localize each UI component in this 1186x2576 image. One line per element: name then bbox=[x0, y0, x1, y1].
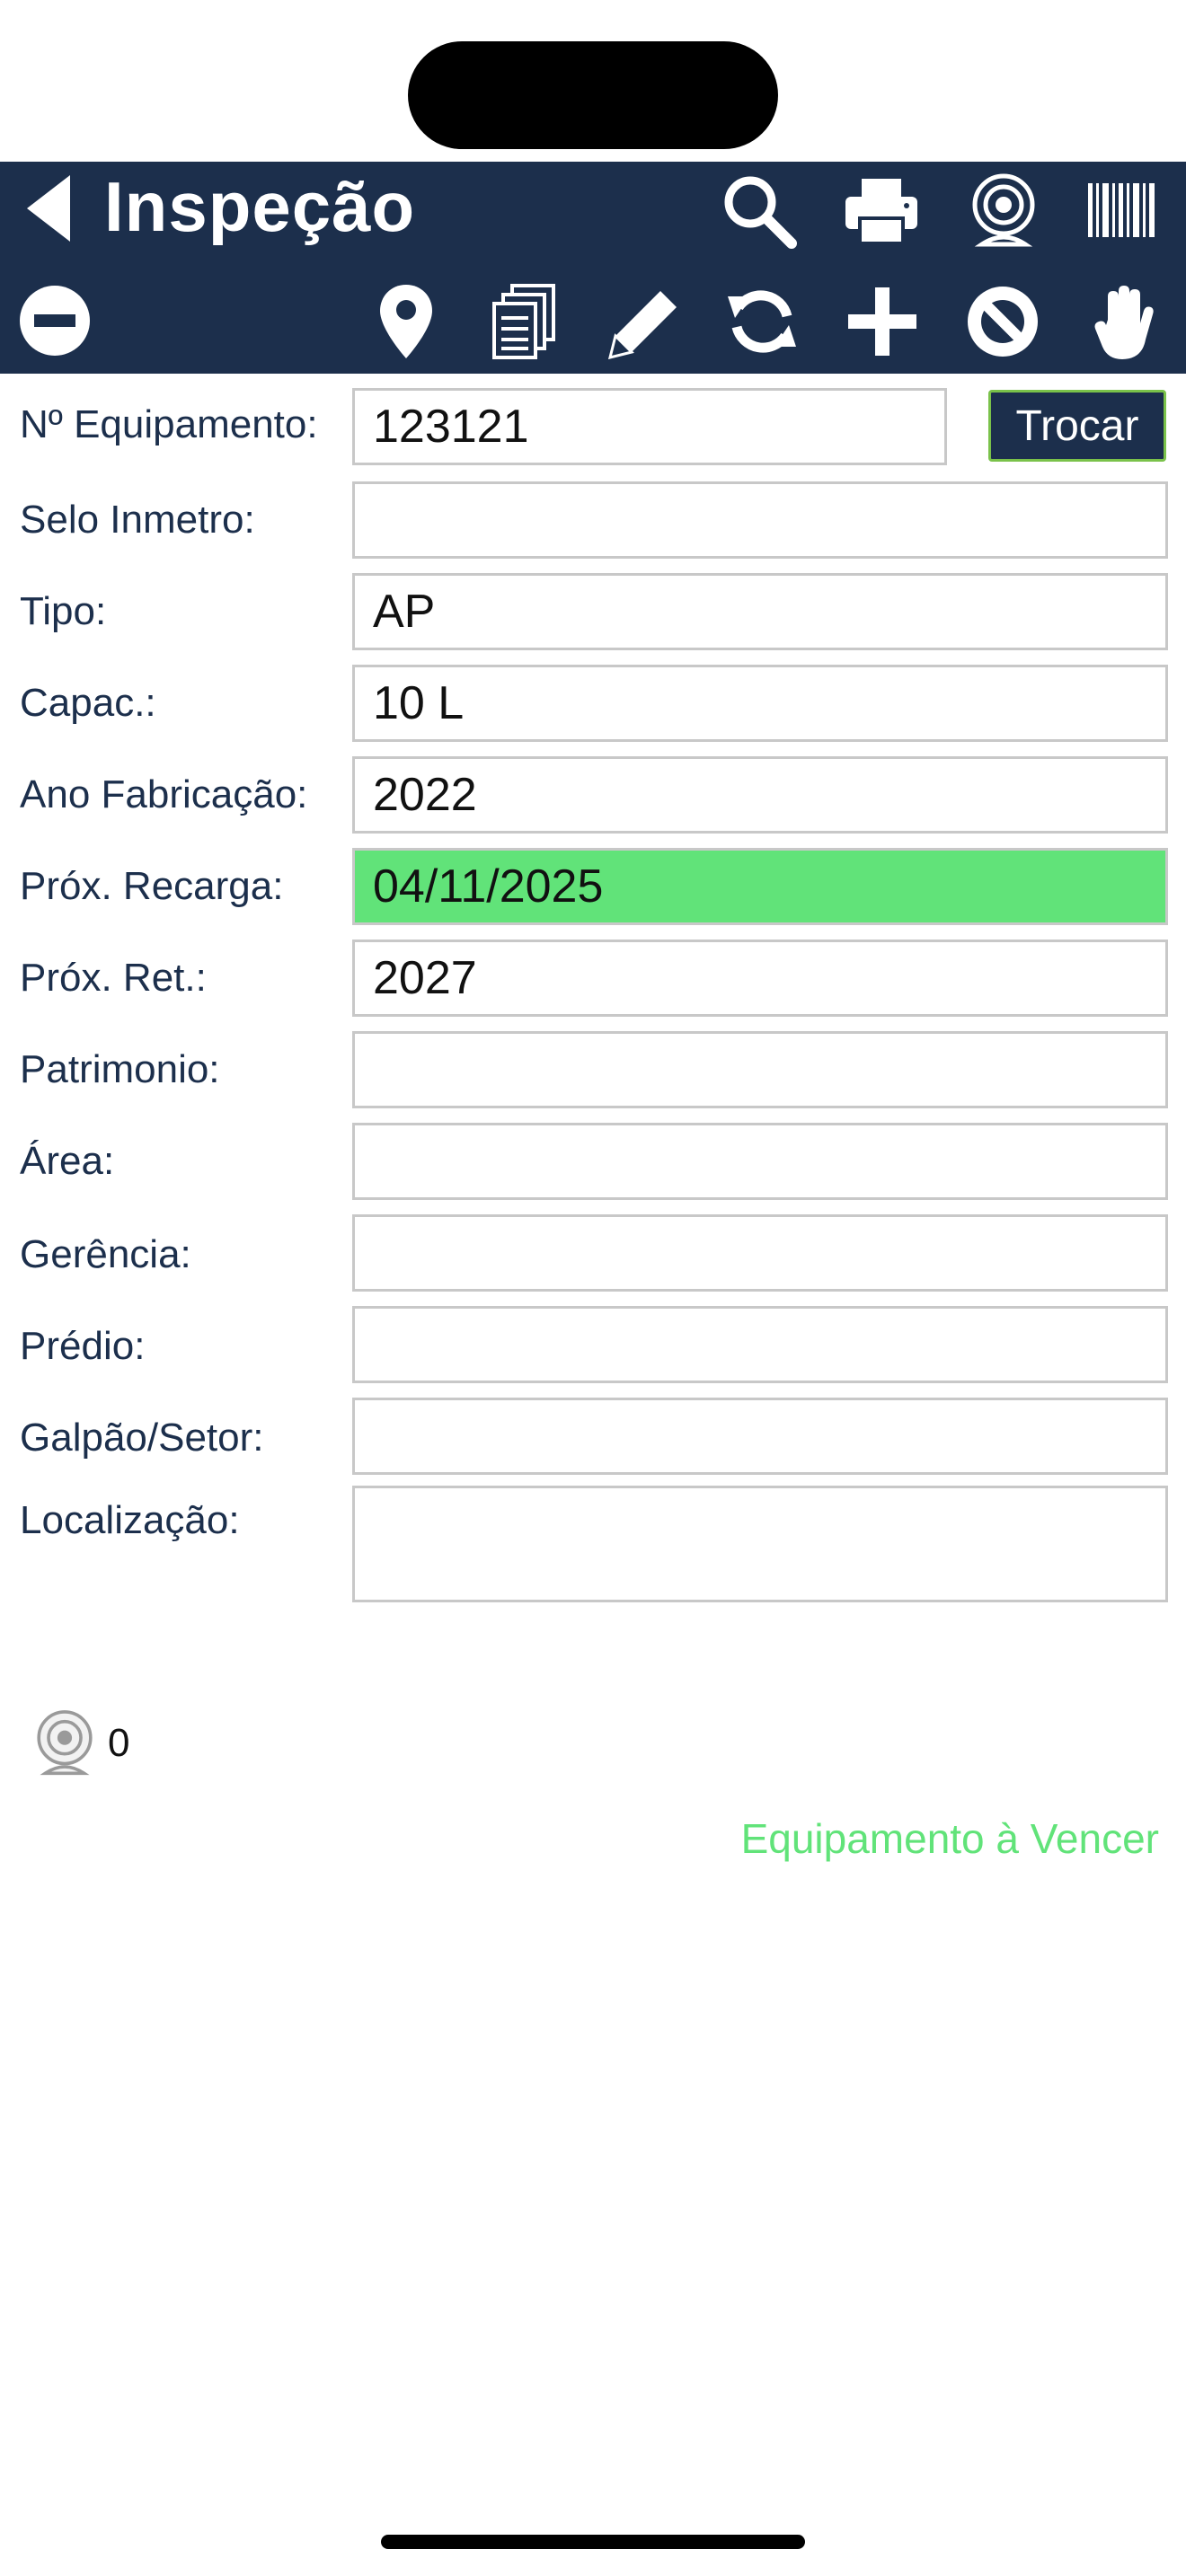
area-field[interactable] bbox=[352, 1123, 1168, 1200]
barcode-icon[interactable] bbox=[1084, 178, 1161, 243]
galpao-setor-field[interactable] bbox=[352, 1398, 1168, 1475]
label-localizacao: Localização: bbox=[20, 1498, 240, 1542]
label-recarga: Próx. Recarga: bbox=[20, 864, 284, 908]
print-icon[interactable] bbox=[841, 172, 922, 250]
label-ret: Próx. Ret.: bbox=[20, 956, 207, 1000]
search-icon[interactable] bbox=[719, 171, 800, 251]
trocar-button[interactable]: Trocar bbox=[988, 390, 1166, 462]
copy-icon[interactable] bbox=[489, 282, 561, 363]
dynamic-island bbox=[408, 41, 778, 149]
camera-icon[interactable] bbox=[963, 171, 1044, 251]
prox-ret-field[interactable]: 2027 bbox=[352, 940, 1168, 1017]
label-area: Área: bbox=[20, 1139, 115, 1183]
hand-icon[interactable] bbox=[1085, 282, 1161, 365]
label-equipamento: Nº Equipamento: bbox=[20, 402, 318, 446]
home-indicator[interactable] bbox=[381, 2535, 805, 2549]
plus-icon[interactable] bbox=[845, 284, 920, 359]
refresh-icon[interactable] bbox=[722, 282, 801, 361]
map-pin-icon[interactable] bbox=[374, 282, 438, 361]
gerencia-field[interactable] bbox=[352, 1214, 1168, 1292]
block-icon[interactable] bbox=[963, 282, 1042, 361]
label-selo: Selo Inmetro: bbox=[20, 498, 255, 542]
label-patrimonio: Patrimonio: bbox=[20, 1047, 220, 1091]
label-tipo: Tipo: bbox=[20, 589, 107, 633]
prox-recarga-field[interactable]: 04/11/2025 bbox=[352, 848, 1168, 925]
label-capac: Capac.: bbox=[20, 681, 156, 725]
label-ano: Ano Fabricação: bbox=[20, 772, 308, 816]
label-predio: Prédio: bbox=[20, 1324, 146, 1368]
status-text: Equipamento à Vencer bbox=[740, 1815, 1159, 1862]
tipo-field[interactable]: AP bbox=[352, 573, 1168, 650]
patrimonio-field[interactable] bbox=[352, 1031, 1168, 1108]
label-gerencia: Gerência: bbox=[20, 1232, 191, 1276]
localizacao-field[interactable] bbox=[352, 1486, 1168, 1602]
capac-field[interactable]: 10 L bbox=[352, 665, 1168, 742]
photo-camera-icon[interactable] bbox=[31, 1707, 99, 1780]
pencil-icon[interactable] bbox=[602, 286, 683, 361]
ano-fabricacao-field[interactable]: 2022 bbox=[352, 756, 1168, 834]
selo-inmetro-field[interactable] bbox=[352, 481, 1168, 559]
photo-count: 0 bbox=[108, 1721, 130, 1765]
page-title: Inspeção bbox=[104, 166, 416, 246]
predio-field[interactable] bbox=[352, 1306, 1168, 1383]
equipamento-field[interactable]: 123121 bbox=[352, 388, 947, 465]
label-galpao: Galpão/Setor: bbox=[20, 1416, 264, 1460]
minus-circle-icon[interactable] bbox=[16, 282, 93, 359]
back-icon[interactable] bbox=[20, 171, 77, 246]
